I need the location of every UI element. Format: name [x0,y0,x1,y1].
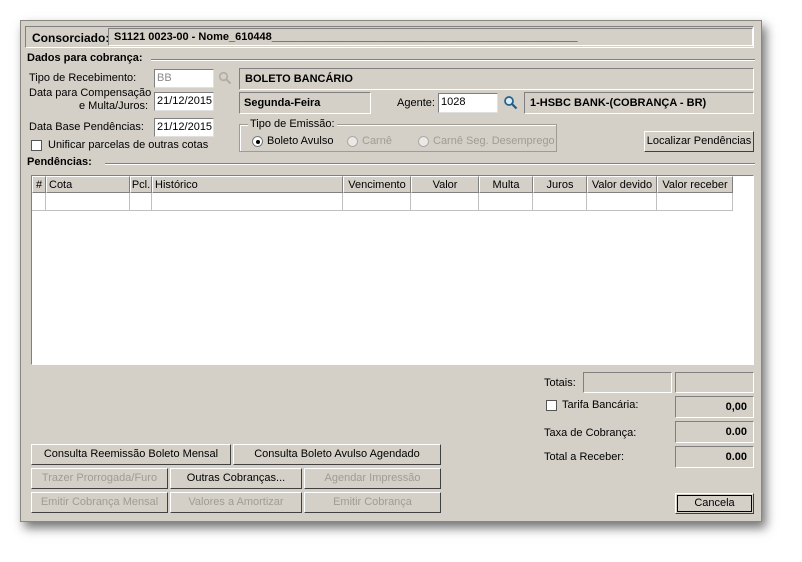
consorciado-value-box: S1121 0023-00 - Nome_610448_____________… [108,28,753,46]
dados-separator [151,59,755,61]
emitir-cobranca-button[interactable]: Emitir Cobrança [304,492,441,513]
tipo-recebimento-input[interactable]: BB [154,69,214,88]
dia-semana: Segunda-Feira [244,97,321,109]
table-cell[interactable] [32,193,46,211]
tarifa-checkbox[interactable] [546,400,557,411]
agente-label: Agente: [397,97,435,109]
col-juros[interactable]: Juros [533,176,587,193]
agente-input[interactable]: 1028 [438,93,498,113]
table-cell[interactable] [343,193,411,211]
total-receber-label: Total a Receber: [544,451,625,463]
data-base-label: Data Base Pendências: [29,121,144,133]
totais-box-2 [675,372,754,393]
agente-desc: 1-HSBC BANK-(COBRANÇA - BR) [530,97,707,109]
consorciado-bar: Consorciado: S1121 0023-00 - Nome_610448… [25,26,754,48]
totais-box-1 [583,372,672,393]
table-cell[interactable] [152,193,343,211]
consorciado-value: S1121 0023-00 - Nome_610448_____________… [114,31,578,43]
table-cell[interactable] [130,193,152,211]
taxa-cobranca-value: 0.00 [675,421,754,443]
col-parcela[interactable]: Pcl. [130,176,152,193]
carne-seg-desemprego-label: Carnê Seg. Desemprego [433,135,555,147]
dia-semana-box: Segunda-Feira [239,92,371,114]
agente-desc-box: 1-HSBC BANK-(COBRANÇA - BR) [524,92,754,114]
consulta-avulso-button[interactable]: Consulta Boleto Avulso Agendado [233,444,441,465]
col-valor-devido[interactable]: Valor devido [587,176,657,193]
localizar-pendencias-button[interactable]: Localizar Pendências [644,131,754,152]
col-multa[interactable]: Multa [479,176,533,193]
trazer-prorrogada-button[interactable]: Trazer Prorrogada/Furo [31,468,168,489]
table-cell[interactable] [657,193,733,211]
table-cell[interactable] [587,193,657,211]
tipo-recebimento-desc: BOLETO BANCÁRIO [245,73,353,85]
col-cota[interactable]: Cota [46,176,130,193]
pendencias-table[interactable]: # Cota Pcl. Histórico Vencimento Valor M… [31,175,754,365]
search-icon-disabled [218,71,232,85]
unificar-checkbox[interactable] [31,140,42,151]
boleto-avulso-radio[interactable] [252,136,263,147]
totais-label: Totais: [544,377,576,389]
pendencias-title: Pendências: [27,156,92,168]
valores-amortizar-button[interactable]: Valores a Amortizar [170,492,302,513]
tipo-recebimento-desc-box: BOLETO BANCÁRIO [239,68,754,90]
emitir-mensal-button[interactable]: Emitir Cobrança Mensal [31,492,168,513]
taxa-cobranca-label: Taxa de Cobrança: [544,427,637,439]
data-base-input[interactable]: 21/12/2015 [154,118,214,137]
cancela-button[interactable]: Cancela [675,493,754,514]
table-cell[interactable] [479,193,533,211]
carne-label: Carnê [362,135,392,147]
total-receber-value: 0.00 [675,446,754,468]
tipo-recebimento-label: Tipo de Recebimento: [29,72,137,84]
col-historico[interactable]: Histórico [152,176,343,193]
tipo-emissao-label: Tipo de Emissão: [248,118,337,130]
table-cell[interactable] [533,193,587,211]
col-valor[interactable]: Valor [411,176,479,193]
col-valor-receber[interactable]: Valor receber [657,176,733,193]
unificar-label: Unificar parcelas de outras cotas [48,139,209,151]
boleto-avulso-label: Boleto Avulso [267,135,334,147]
data-compensacao-label-1: Data para Compensação [29,87,152,99]
outras-cobrancas-button[interactable]: Outras Cobranças... [170,468,302,489]
data-compensacao-input[interactable]: 21/12/2015 [154,92,214,111]
tarifa-value: 0,00 [675,396,754,418]
data-compensacao-label-2: e Multa/Juros: [79,100,149,112]
agendar-impressao-button[interactable]: Agendar Impressão [304,468,441,489]
dados-title: Dados para cobrança: [27,52,143,64]
col-index[interactable]: # [32,176,46,193]
consulta-reemissao-button[interactable]: Consulta Reemissão Boleto Mensal [31,444,231,465]
dialog-window: Consorciado: S1121 0023-00 - Nome_610448… [20,20,762,522]
carne-radio[interactable] [347,136,358,147]
table-cell[interactable] [46,193,130,211]
carne-seg-desemprego-radio[interactable] [418,136,429,147]
table-cell[interactable] [411,193,479,211]
pendencias-separator [105,163,755,165]
consorciado-label: Consorciado: [32,31,110,45]
col-vencimento[interactable]: Vencimento [343,176,411,193]
tarifa-label: Tarifa Bancária: [562,399,639,411]
search-icon[interactable] [503,95,518,110]
